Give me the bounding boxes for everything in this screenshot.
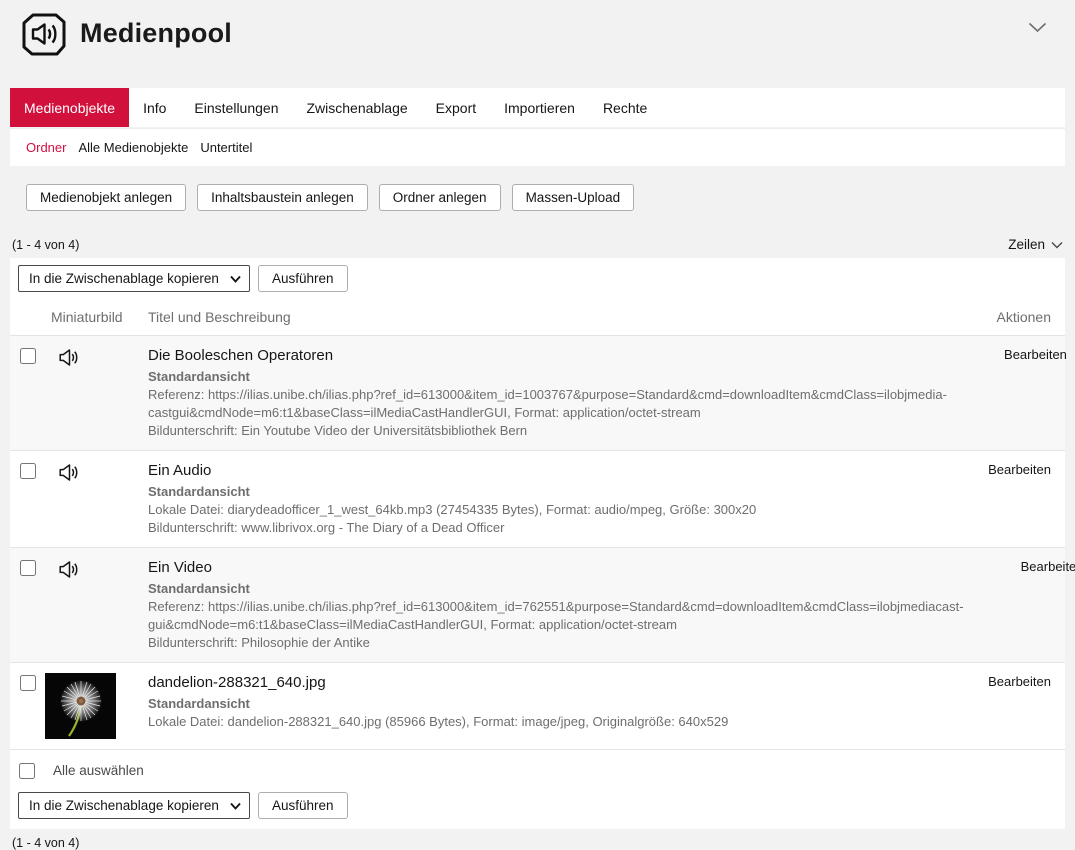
list-meta: (1 - 4 von 4) Zeilen <box>12 237 1063 252</box>
tab-importieren[interactable]: Importieren <box>490 88 589 127</box>
rows-dropdown-label: Zeilen <box>1008 237 1045 252</box>
rows-dropdown[interactable]: Zeilen <box>1008 237 1063 252</box>
bulk-action-bar-bottom: In die Zwischenablage kopieren Ausführen <box>10 788 1065 829</box>
execute-button-bottom[interactable]: Ausführen <box>258 792 348 819</box>
media-title: Ein Video <box>148 558 964 577</box>
row-checkbox[interactable] <box>20 675 36 691</box>
media-view-label: Standardansicht <box>148 368 947 386</box>
media-description-line: Bildunterschrift: Philosophie der Antike <box>148 634 964 652</box>
tab-zwischenablage[interactable]: Zwischenablage <box>292 88 421 127</box>
media-view-label: Standardansicht <box>148 483 931 501</box>
tab-einstellungen[interactable]: Einstellungen <box>180 88 292 127</box>
dandelion-thumbnail <box>51 673 148 739</box>
row-content: dandelion-288321_640.jpg Standardansicht… <box>148 673 931 739</box>
audio-speaker-icon <box>57 462 148 537</box>
select-all-row: Alle auswählen <box>10 749 1065 788</box>
create-folder-button[interactable]: Ordner anlegen <box>379 184 501 211</box>
row-checkbox[interactable] <box>20 560 36 576</box>
subtab-alle-medienobjekte[interactable]: Alle Medienobjekte <box>74 140 192 155</box>
tab-rechte[interactable]: Rechte <box>589 88 661 127</box>
media-title: Ein Audio <box>148 461 931 480</box>
media-description-line: Lokale Datei: dandelion-288321_640.jpg (… <box>148 713 931 731</box>
subtab-ordner[interactable]: Ordner <box>22 140 70 155</box>
column-titel-und-beschreibung: Titel und Beschreibung <box>148 309 931 325</box>
table-header-row: Miniaturbild Titel und Beschreibung Akti… <box>10 299 1065 335</box>
toolbar: Medienobjekt anlegen Inhaltsbaustein anl… <box>26 184 1065 211</box>
audio-speaker-icon <box>57 559 148 652</box>
bulk-upload-button[interactable]: Massen-Upload <box>512 184 635 211</box>
edit-link[interactable]: Bearbeiten <box>1004 347 1067 362</box>
edit-link[interactable]: Bearbeiten <box>1021 559 1075 574</box>
row-checkbox[interactable] <box>20 463 36 479</box>
pagination-range-top: (1 - 4 von 4) <box>12 238 79 252</box>
media-view-label: Standardansicht <box>148 695 931 713</box>
mediapool-speaker-icon <box>20 10 68 58</box>
bulk-action-select-top[interactable]: In die Zwischenablage kopieren <box>18 265 250 292</box>
media-description-line: castgui&cmdNode=m6:t1&baseClass=ilMediaC… <box>148 404 947 422</box>
media-objects-table: In die Zwischenablage kopieren Ausführen… <box>10 258 1065 829</box>
row-content: Ein Video Standardansicht Referenz: http… <box>148 558 964 652</box>
media-title: Die Booleschen Operatoren <box>148 346 947 365</box>
column-miniaturbild: Miniaturbild <box>51 309 148 325</box>
row-checkbox[interactable] <box>20 348 36 364</box>
chevron-down-icon[interactable] <box>1028 22 1047 33</box>
table-row: Ein Audio Standardansicht Lokale Datei: … <box>10 450 1065 547</box>
bulk-action-bar-top: In die Zwischenablage kopieren Ausführen <box>10 258 1065 299</box>
media-description-line: Referenz: https://ilias.unibe.ch/ilias.p… <box>148 386 947 404</box>
chevron-down-icon <box>1051 241 1063 249</box>
media-description-line: Referenz: https://ilias.unibe.ch/ilias.p… <box>148 598 964 616</box>
subtab-bar: Ordner Alle Medienobjekte Untertitel <box>10 128 1065 166</box>
execute-button-top[interactable]: Ausführen <box>258 265 348 292</box>
bulk-action-select-bottom[interactable]: In die Zwischenablage kopieren <box>18 792 250 819</box>
tab-info[interactable]: Info <box>129 88 180 127</box>
tab-bar: Medienobjekte Info Einstellungen Zwische… <box>10 88 1065 127</box>
create-content-snippet-button[interactable]: Inhaltsbaustein anlegen <box>197 184 368 211</box>
row-content: Ein Audio Standardansicht Lokale Datei: … <box>148 461 931 537</box>
edit-link[interactable]: Bearbeiten <box>988 462 1051 477</box>
create-media-object-button[interactable]: Medienobjekt anlegen <box>26 184 186 211</box>
select-all-checkbox[interactable] <box>19 763 35 779</box>
media-title: dandelion-288321_640.jpg <box>148 673 931 692</box>
pagination-range-bottom: (1 - 4 von 4) <box>12 836 79 850</box>
media-description-line: Lokale Datei: diarydeadofficer_1_west_64… <box>148 501 931 519</box>
row-content: Die Booleschen Operatoren Standardansich… <box>148 346 947 440</box>
page-header: Medienpool <box>10 0 1065 88</box>
edit-link[interactable]: Bearbeiten <box>988 674 1051 689</box>
medienpool-page: Medienpool Medienobjekte Info Einstellun… <box>0 0 1075 850</box>
page-title: Medienpool <box>80 18 232 49</box>
table-row: Die Booleschen Operatoren Standardansich… <box>10 335 1065 450</box>
media-description-line: Bildunterschrift: Ein Youtube Video der … <box>148 422 947 440</box>
audio-speaker-icon <box>57 347 148 440</box>
tab-medienobjekte[interactable]: Medienobjekte <box>10 88 129 127</box>
tab-export[interactable]: Export <box>422 88 490 127</box>
table-row: dandelion-288321_640.jpg Standardansicht… <box>10 662 1065 749</box>
select-all-label: Alle auswählen <box>53 763 144 778</box>
table-row: Ein Video Standardansicht Referenz: http… <box>10 547 1065 662</box>
media-view-label: Standardansicht <box>148 580 964 598</box>
media-description-line: Bildunterschrift: www.librivox.org - The… <box>148 519 931 537</box>
column-aktionen: Aktionen <box>931 309 1051 325</box>
media-description-line: gui&cmdNode=m6:t1&baseClass=ilMediaCastH… <box>148 616 964 634</box>
subtab-untertitel[interactable]: Untertitel <box>196 140 256 155</box>
